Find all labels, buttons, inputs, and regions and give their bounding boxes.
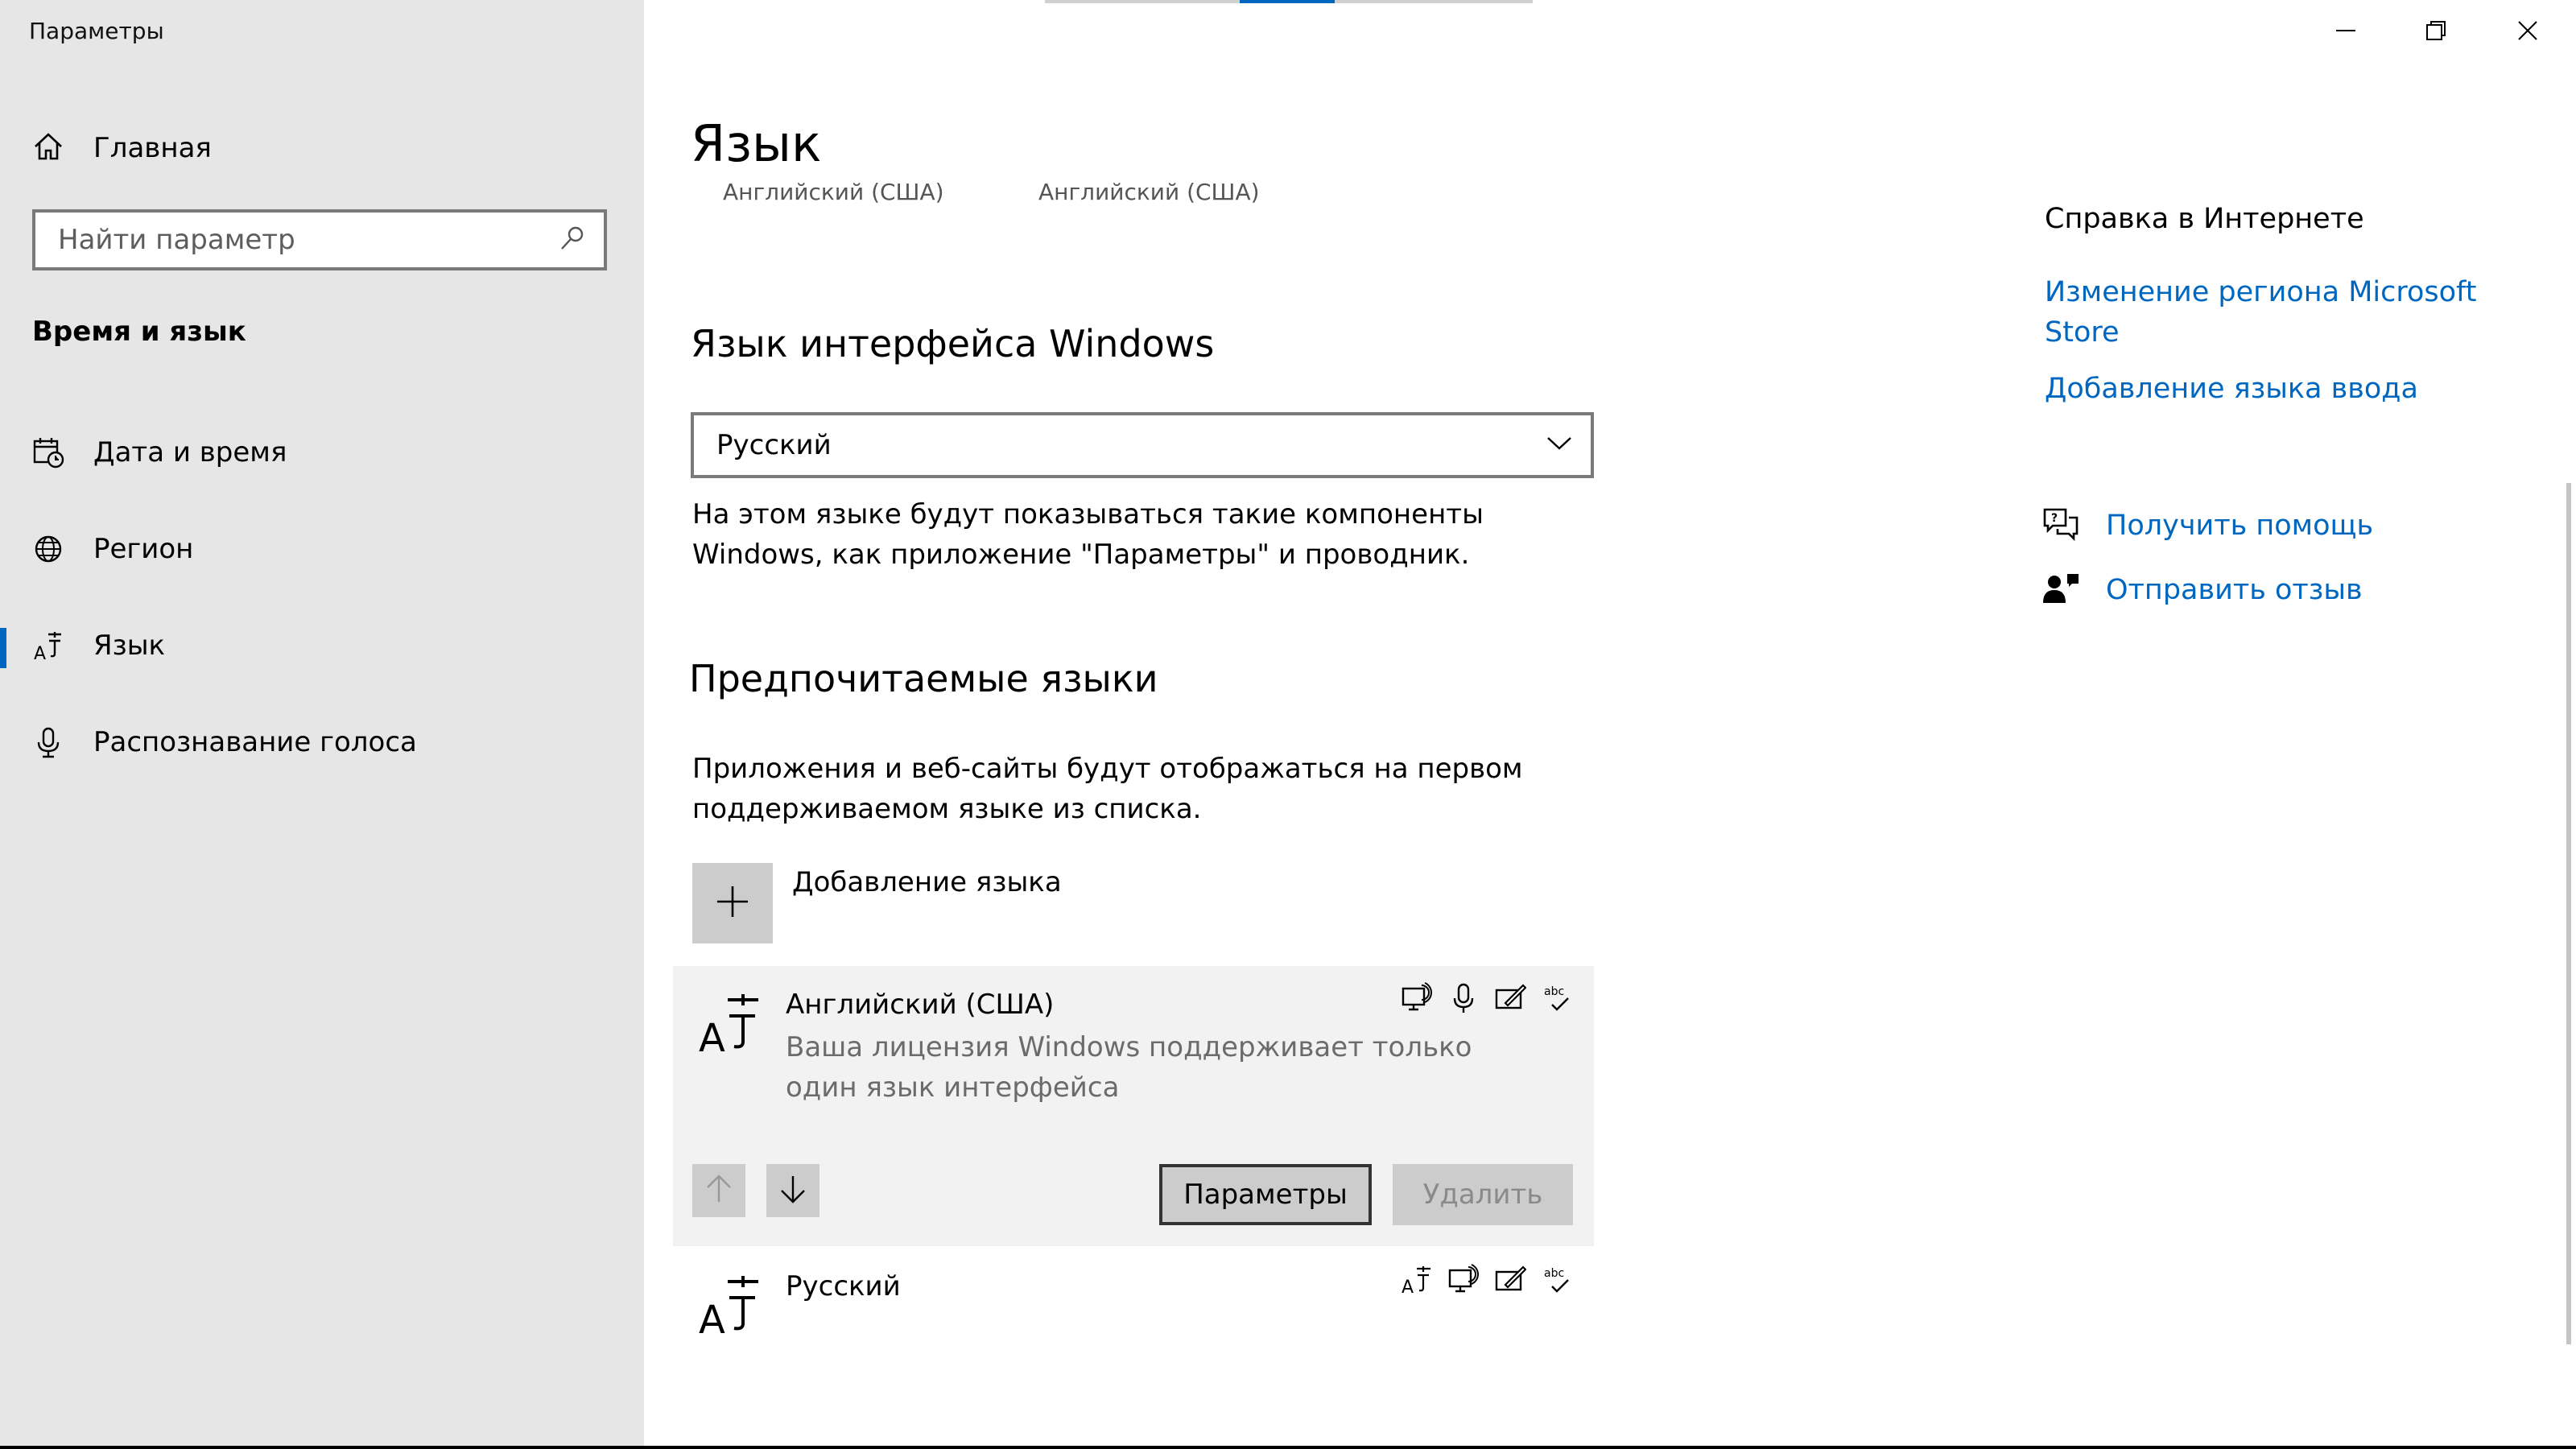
close-button[interactable] bbox=[2483, 0, 2573, 64]
sidebar-item-language[interactable]: A Язык bbox=[0, 613, 644, 678]
language-pack-icon: A bbox=[1399, 1262, 1435, 1298]
preferred-languages-heading: Предпочитаемые языки bbox=[689, 657, 1158, 700]
help-heading: Справка в Интернете bbox=[2045, 203, 2364, 235]
minimize-button[interactable] bbox=[2301, 0, 2391, 64]
window-bottom-border bbox=[0, 1446, 2576, 1449]
language-icon: A bbox=[697, 1274, 762, 1343]
sidebar-item-date-time[interactable]: Дата и время bbox=[0, 420, 644, 485]
display-language-heading: Язык интерфейса Windows bbox=[691, 322, 1215, 365]
language-name[interactable]: Русский bbox=[786, 1270, 901, 1302]
restore-button[interactable] bbox=[2391, 0, 2481, 64]
link-add-input-language[interactable]: Добавление языка ввода bbox=[2045, 369, 2528, 409]
sidebar-item-speech[interactable]: Распознавание голоса bbox=[0, 710, 644, 774]
send-feedback-link[interactable]: Отправить отзыв bbox=[2041, 570, 2363, 610]
feedback-person-icon bbox=[2041, 571, 2080, 609]
app-title: Параметры bbox=[29, 18, 164, 44]
minimize-icon bbox=[2334, 19, 2357, 45]
restore-icon bbox=[2425, 19, 2447, 45]
language-features: abc bbox=[1399, 980, 1575, 1016]
home-icon bbox=[32, 130, 64, 166]
clipped-label: Английский (США) bbox=[1038, 179, 1260, 204]
language-features: A abc bbox=[1399, 1262, 1575, 1298]
handwriting-icon bbox=[1492, 980, 1528, 1016]
clipped-label: Английский (США) bbox=[723, 179, 944, 204]
spellcheck-icon: abc bbox=[1539, 1262, 1575, 1298]
display-language-description: На этом языке будут показываться такие к… bbox=[692, 498, 1484, 571]
search-placeholder: Найти параметр bbox=[58, 224, 295, 256]
sidebar-item-label: Язык bbox=[93, 630, 166, 662]
sidebar-item-label: Регион bbox=[93, 533, 194, 565]
move-up-button[interactable] bbox=[692, 1164, 745, 1217]
get-help-label: Получить помощь bbox=[2106, 510, 2374, 542]
svg-text:A: A bbox=[1402, 1278, 1414, 1296]
sidebar-item-region[interactable]: Регион bbox=[0, 517, 644, 581]
handwriting-icon bbox=[1492, 1262, 1528, 1298]
send-feedback-label: Отправить отзыв bbox=[2106, 574, 2363, 606]
home-label: Главная bbox=[93, 132, 212, 164]
tab-indicator bbox=[1240, 0, 1335, 3]
sidebar-section-title: Время и язык bbox=[32, 316, 246, 348]
add-language-button[interactable] bbox=[692, 863, 773, 943]
page-title: Язык bbox=[691, 114, 822, 173]
close-icon bbox=[2516, 19, 2539, 45]
spellcheck-icon: abc bbox=[1539, 980, 1575, 1016]
preferred-languages-description: Приложения и веб-сайты будут отображатьс… bbox=[692, 753, 1523, 825]
add-language-label[interactable]: Добавление языка bbox=[792, 866, 1062, 898]
display-language-select[interactable]: Русский bbox=[691, 412, 1594, 478]
sidebar-item-label: Распознавание голоса bbox=[93, 726, 417, 758]
chevron-down-icon bbox=[1546, 436, 1573, 455]
language-icon: A bbox=[697, 992, 762, 1061]
language-icon: A bbox=[32, 630, 64, 662]
sidebar-item-label: Дата и время bbox=[93, 436, 287, 469]
svg-text:abc: abc bbox=[1544, 985, 1564, 998]
microphone-icon bbox=[1446, 980, 1481, 1016]
move-down-button[interactable] bbox=[766, 1164, 819, 1217]
microphone-icon bbox=[32, 726, 64, 758]
svg-text:?: ? bbox=[2051, 512, 2058, 525]
globe-icon bbox=[32, 533, 64, 565]
get-help-link[interactable]: ? Получить помощь bbox=[2041, 506, 2373, 546]
display-language-value: Русский bbox=[716, 429, 832, 461]
svg-text:A: A bbox=[699, 1016, 725, 1056]
help-chat-icon: ? bbox=[2041, 506, 2080, 545]
link-change-store-region[interactable]: Изменение региона Microsoft Store bbox=[2045, 272, 2496, 353]
svg-text:A: A bbox=[699, 1298, 725, 1338]
sidebar-home[interactable]: Главная bbox=[32, 127, 212, 169]
plus-icon bbox=[716, 885, 749, 922]
calendar-clock-icon bbox=[32, 436, 64, 469]
speech-display-icon bbox=[1399, 980, 1435, 1016]
search-input[interactable]: Найти параметр bbox=[32, 209, 607, 270]
language-note: Ваша лицензия Windows поддерживает тольк… bbox=[786, 1031, 1472, 1104]
arrow-down-icon bbox=[778, 1173, 807, 1208]
speech-display-icon bbox=[1446, 1262, 1481, 1298]
language-name: Английский (США) bbox=[786, 989, 1055, 1021]
remove-language-button[interactable]: Удалить bbox=[1393, 1164, 1573, 1225]
language-options-button[interactable]: Параметры bbox=[1159, 1164, 1372, 1225]
svg-text:abc: abc bbox=[1544, 1267, 1564, 1280]
search-icon bbox=[559, 225, 586, 255]
arrow-up-icon bbox=[704, 1173, 733, 1208]
scrollbar[interactable] bbox=[2566, 483, 2571, 1344]
svg-text:A: A bbox=[34, 644, 46, 662]
